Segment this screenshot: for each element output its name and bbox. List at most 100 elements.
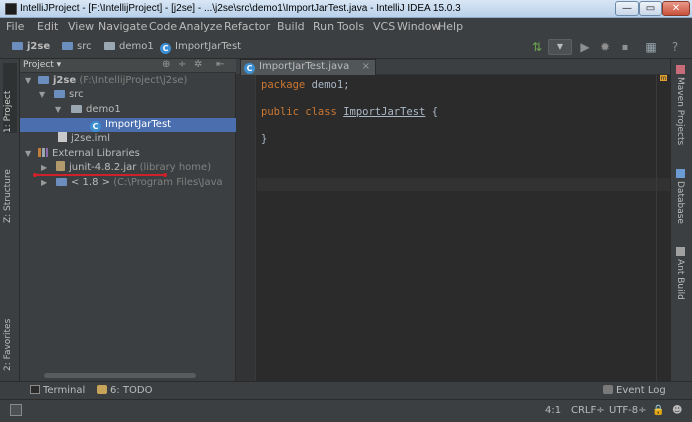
menu-code[interactable]: Code	[149, 20, 177, 33]
editor-tab-importjartest[interactable]: C ImportJarTest.java ×	[240, 59, 376, 75]
menu-analyze[interactable]: Analyze	[179, 20, 222, 33]
red-annotation-underline	[33, 173, 167, 177]
terminal-tab[interactable]: Terminal	[30, 385, 85, 396]
terminal-icon	[30, 385, 40, 394]
project-view-selector[interactable]: Project ▾	[23, 60, 61, 70]
debug-icon[interactable]: ✹	[598, 40, 612, 54]
help-icon[interactable]: ?	[668, 40, 682, 54]
tree-item-importjartest[interactable]: C ImportJarTest	[20, 118, 236, 132]
close-window-button[interactable]: ✕	[662, 1, 690, 16]
tree-item-j2se-iml[interactable]: j2se.iml	[20, 132, 236, 146]
tree-item-jdk[interactable]: ▶ < 1.8 > (C:\Program Files\Java	[20, 176, 236, 190]
maximize-button[interactable]: ▭	[639, 1, 662, 16]
window-title: IntelliJProject - [F:\IntellijProject] -…	[20, 3, 461, 14]
minimize-button[interactable]: —	[615, 1, 639, 16]
maven-projects-tab[interactable]: Maven Projects	[675, 65, 685, 145]
menu-refactor[interactable]: Refactor	[224, 20, 270, 33]
menu-build[interactable]: Build	[277, 20, 305, 33]
structure-tool-tab[interactable]: Z: Structure	[3, 147, 17, 223]
jar-icon	[56, 161, 65, 171]
ant-icon	[675, 247, 685, 256]
expand-arrow-icon: ▼	[25, 76, 32, 85]
collapse-all-icon[interactable]: ⊕	[162, 59, 170, 70]
expand-arrow-icon: ▼	[39, 90, 46, 99]
line-separator[interactable]: CRLF÷	[571, 405, 605, 416]
tree-item-external-libraries[interactable]: ▼ External Libraries	[20, 147, 236, 161]
settings-gear-icon[interactable]: ✲	[194, 59, 202, 70]
menu-vcs[interactable]: VCS	[373, 20, 395, 33]
error-stripe-marker: m	[660, 75, 667, 82]
hector-icon[interactable]: ☻	[672, 405, 682, 416]
project-tool-tab[interactable]: 1: Project	[3, 63, 17, 133]
run-configuration-dropdown[interactable]: ▼	[548, 39, 572, 55]
tree-item-junit-jar[interactable]: ▶ junit-4.8.2.jar (library home)	[20, 161, 236, 175]
editor-tab-bar: C ImportJarTest.java ×	[236, 59, 670, 75]
tree-item-src[interactable]: ▼ src	[20, 88, 236, 102]
lock-icon[interactable]: 🔒	[652, 405, 664, 416]
tool-windows-toggle-icon[interactable]	[10, 404, 22, 416]
close-tab-icon[interactable]: ×	[362, 60, 370, 74]
package-folder-icon	[71, 105, 82, 113]
window-title-bar: IntelliJProject - [F:\IntellijProject] -…	[0, 0, 692, 18]
module-icon	[38, 76, 49, 84]
package-folder-icon	[104, 42, 115, 50]
favorites-tool-tab[interactable]: 2: Favorites	[3, 299, 17, 371]
status-bar: 4:1 CRLF÷ UTF-8÷ 🔒 ☻	[0, 399, 692, 422]
menu-navigate[interactable]: Navigate	[98, 20, 147, 33]
iml-file-icon	[58, 132, 67, 142]
hide-panel-icon[interactable]: ⇤	[216, 59, 224, 70]
collapse-arrow-icon: ▶	[41, 178, 48, 187]
menu-edit[interactable]: Edit	[37, 20, 58, 33]
left-tool-strip: 1: Project Z: Structure 2: Favorites	[0, 59, 20, 381]
build-icon[interactable]: ⇅	[530, 40, 544, 54]
code-line-3[interactable]: public class ImportJarTest {	[261, 106, 438, 118]
database-tab[interactable]: Database	[675, 169, 685, 224]
navigation-bar: j2se src demo1 C ImportJarTest ⇅ ▼ ▶ ✹ ⏹ …	[0, 35, 692, 59]
todo-icon	[97, 385, 107, 394]
intellij-app-icon	[5, 3, 17, 15]
caret-position[interactable]: 4:1	[545, 405, 561, 416]
run-icon[interactable]: ▶	[578, 40, 592, 54]
menu-view[interactable]: View	[68, 20, 94, 33]
scroll-from-source-icon[interactable]: ÷	[178, 59, 186, 70]
maven-icon	[675, 65, 685, 74]
project-horizontal-scrollbar[interactable]	[44, 373, 196, 378]
breadcrumb-project[interactable]: j2se	[12, 41, 50, 52]
event-log-icon	[603, 385, 613, 394]
stop-icon[interactable]: ⏹	[618, 40, 632, 54]
ant-build-tab[interactable]: Ant Build	[675, 247, 685, 300]
breadcrumb-demo1[interactable]: demo1	[104, 41, 154, 52]
libraries-icon	[38, 148, 48, 157]
project-panel-header: Project ▾ ⊕ ÷ ✲ ⇤	[20, 59, 236, 73]
editor-gutter	[236, 75, 256, 381]
tree-item-demo1[interactable]: ▼ demo1	[20, 103, 236, 117]
collapse-arrow-icon: ▶	[41, 163, 48, 172]
code-line-5[interactable]: }	[261, 133, 267, 145]
menu-run[interactable]: Run	[313, 20, 334, 33]
menu-help[interactable]: Help	[438, 20, 463, 33]
class-icon: C	[90, 121, 101, 132]
jdk-icon	[56, 178, 67, 186]
breadcrumb-class[interactable]: C ImportJarTest	[160, 41, 241, 54]
menu-bar: File Edit View Navigate Code Analyze Ref…	[0, 18, 692, 35]
menu-window[interactable]: Window	[397, 20, 440, 33]
menu-file[interactable]: File	[6, 20, 24, 33]
bottom-tool-bar: Terminal 6: TODO Event Log	[0, 381, 692, 399]
expand-arrow-icon: ▼	[25, 149, 32, 158]
caret-line-highlight	[257, 178, 670, 191]
code-line-1[interactable]: package demo1;	[261, 79, 350, 91]
breadcrumb-src[interactable]: src	[62, 41, 92, 52]
menu-tools[interactable]: Tools	[337, 20, 364, 33]
project-structure-icon[interactable]: ▦	[644, 40, 658, 54]
file-encoding[interactable]: UTF-8÷	[609, 405, 647, 416]
class-icon: C	[160, 43, 171, 54]
tree-item-j2se[interactable]: ▼ j2se (F:\IntellijProject\j2se)	[20, 74, 236, 88]
source-folder-icon	[54, 90, 65, 98]
right-tool-strip: Maven Projects Database Ant Build	[670, 59, 692, 381]
class-icon: C	[244, 63, 255, 74]
event-log-tab[interactable]: Event Log	[603, 385, 666, 396]
code-editor: C ImportJarTest.java × m package demo1; p…	[236, 59, 670, 381]
source-folder-icon	[62, 42, 73, 50]
expand-arrow-icon: ▼	[55, 105, 62, 114]
todo-tab[interactable]: 6: TODO	[97, 385, 152, 396]
